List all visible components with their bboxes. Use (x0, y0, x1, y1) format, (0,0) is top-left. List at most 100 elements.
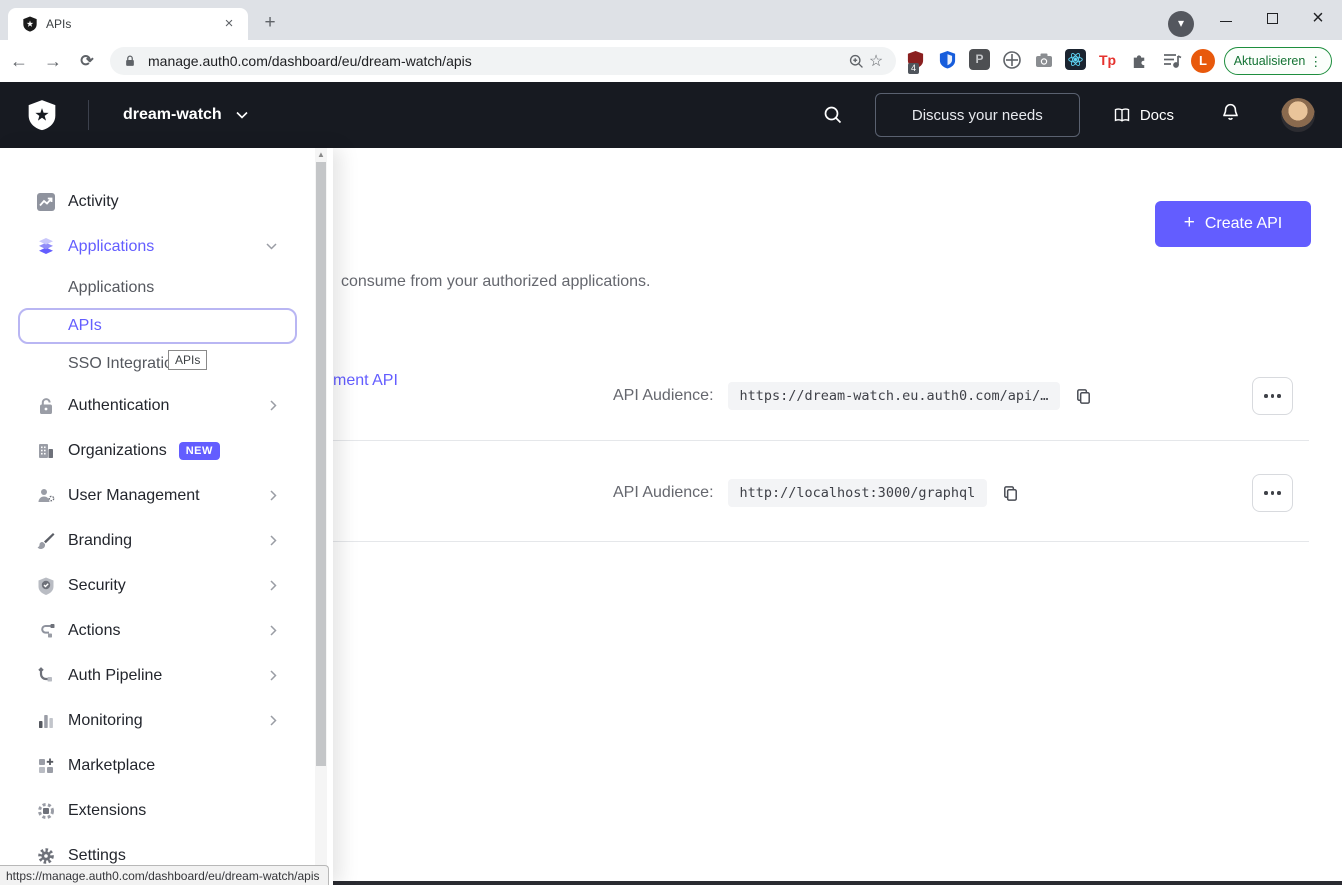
browser-titlebar: APIs × + ▾ × (0, 0, 1342, 40)
sidebar-item-applications[interactable]: Applications (0, 224, 315, 269)
window-close-button[interactable]: × (1296, 0, 1340, 36)
kebab-menu-icon[interactable]: ⋮ (1309, 57, 1322, 66)
organizations-icon (34, 441, 58, 461)
api-row-title-link[interactable]: ment API (333, 372, 398, 390)
copy-icon (1001, 484, 1020, 503)
scrollbar-thumb[interactable] (316, 162, 326, 766)
sidebar-item-user-management[interactable]: User Management (0, 473, 315, 518)
marketplace-icon (34, 756, 58, 776)
sidebar-item-applications-sub[interactable]: Applications (0, 269, 315, 307)
pipeline-icon (34, 666, 58, 686)
chevron-right-icon (270, 490, 277, 501)
p-extension-icon[interactable]: P (969, 49, 990, 70)
header-actions: Discuss your needs Docs (813, 82, 1342, 148)
create-api-button[interactable]: + Create API (1155, 201, 1311, 247)
new-badge: NEW (179, 442, 220, 460)
window-minimize-button[interactable] (1204, 0, 1248, 36)
react-devtools-extension-icon[interactable] (1065, 49, 1086, 70)
extensions-row: 4 P Tp (905, 49, 1182, 70)
api-audience-label: API Audience: (613, 387, 714, 405)
chevron-right-icon (270, 535, 277, 546)
sidebar-item-organizations[interactable]: Organizations NEW (0, 428, 315, 473)
chevron-right-icon (270, 715, 277, 726)
aktualisieren-label: Aktualisieren (1234, 54, 1306, 68)
search-icon (822, 104, 844, 126)
back-button[interactable]: ← (4, 51, 34, 72)
media-playlist-icon[interactable] (1161, 49, 1182, 70)
apis-description: consume from your authorized application… (341, 273, 651, 291)
flow-icon (34, 621, 58, 641)
sidebar-item-monitoring[interactable]: Monitoring (0, 698, 315, 743)
api-audience-row: API Audience: http://localhost:3000/grap… (613, 481, 1021, 505)
lock-icon[interactable] (120, 51, 140, 71)
sidebar-item-sso-integrations[interactable]: SSO Integrations (0, 345, 315, 383)
move-crosshair-extension-icon[interactable] (1001, 49, 1022, 70)
sidebar-item-authentication[interactable]: Authentication (0, 383, 315, 428)
browser-tab[interactable]: APIs × (8, 8, 248, 40)
more-options-button[interactable] (1252, 377, 1293, 415)
aktualisieren-button[interactable]: Aktualisieren ⋮ (1224, 47, 1332, 75)
copy-button[interactable] (999, 482, 1021, 504)
api-audience-value: http://localhost:3000/graphql (728, 479, 988, 507)
forward-button[interactable]: → (38, 51, 68, 72)
sidebar-item-apis[interactable]: APIs (0, 307, 315, 345)
status-bar: https://manage.auth0.com/dashboard/eu/dr… (0, 865, 329, 885)
reload-button[interactable]: ⟳ (72, 51, 102, 71)
tenant-name: dream-watch (123, 106, 222, 124)
chevron-right-icon (270, 670, 277, 681)
window-maximize-button[interactable] (1250, 0, 1294, 36)
titlebar-download-icon[interactable]: ▾ (1168, 11, 1194, 37)
scrollbar-up-arrow[interactable]: ▲ (315, 150, 327, 159)
sidebar-item-security[interactable]: Security (0, 563, 315, 608)
zoom-in-icon[interactable] (846, 51, 866, 71)
search-button[interactable] (813, 104, 853, 126)
shield-check-icon (34, 576, 58, 596)
tenant-switcher[interactable]: dream-watch (123, 106, 248, 124)
header-divider (88, 100, 89, 130)
user-avatar[interactable] (1281, 98, 1315, 132)
bitwarden-extension-icon[interactable] (937, 49, 958, 70)
discuss-needs-button[interactable]: Discuss your needs (875, 93, 1080, 137)
sidebar-nav: Activity Applications Applications APIs (0, 148, 315, 878)
browser-profile-avatar[interactable]: L (1191, 49, 1215, 73)
extensions-puzzle-icon[interactable] (1129, 49, 1150, 70)
sidebar-item-auth-pipeline[interactable]: Auth Pipeline (0, 653, 315, 698)
docs-label: Docs (1140, 107, 1174, 124)
book-icon (1112, 105, 1132, 125)
sidebar-item-extensions[interactable]: Extensions (0, 788, 315, 833)
notifications-button[interactable] (1220, 102, 1241, 128)
ublock-extension-icon[interactable]: 4 (905, 49, 926, 70)
camera-extension-icon[interactable] (1033, 49, 1054, 70)
sidebar-item-activity[interactable]: Activity (0, 179, 315, 224)
chevron-right-icon (270, 400, 277, 411)
api-audience-label: API Audience: (613, 484, 714, 502)
copy-button[interactable] (1072, 385, 1094, 407)
tab-close-icon[interactable]: × (220, 15, 238, 33)
sidebar: Activity Applications Applications APIs (0, 148, 333, 885)
user-gear-icon (34, 486, 58, 506)
sidebar-item-marketplace[interactable]: Marketplace (0, 743, 315, 788)
sidebar-scrollbar[interactable]: ▲ (315, 148, 327, 885)
tab-title: APIs (46, 17, 220, 31)
activity-icon (34, 192, 58, 212)
more-options-button[interactable] (1252, 474, 1293, 512)
sidebar-item-actions[interactable]: Actions (0, 608, 315, 653)
paintbrush-icon (34, 531, 58, 551)
lock-icon (34, 396, 58, 416)
browser-window: APIs × + ▾ × ← → ⟳ manage.auth0.com/dash… (0, 0, 1342, 885)
api-audience-value: https://dream-watch.eu.auth0.com/api/… (728, 382, 1061, 410)
docs-link[interactable]: Docs (1112, 105, 1174, 125)
tp-extension-icon[interactable]: Tp (1097, 49, 1118, 70)
sidebar-item-branding[interactable]: Branding (0, 518, 315, 563)
address-bar[interactable]: manage.auth0.com/dashboard/eu/dream-watc… (110, 47, 896, 75)
auth0-favicon (22, 16, 38, 32)
auth0-logo (26, 99, 58, 131)
new-tab-button[interactable]: + (258, 12, 282, 36)
page-content: consume from your authorized application… (0, 148, 1342, 885)
ublock-badge: 4 (908, 63, 919, 74)
apis-tooltip: APIs (168, 350, 207, 370)
bell-icon (1220, 102, 1241, 123)
bookmark-star-icon[interactable]: ☆ (866, 51, 886, 71)
plus-icon: + (1184, 212, 1195, 234)
browser-toolbar: ← → ⟳ manage.auth0.com/dashboard/eu/drea… (0, 40, 1342, 82)
